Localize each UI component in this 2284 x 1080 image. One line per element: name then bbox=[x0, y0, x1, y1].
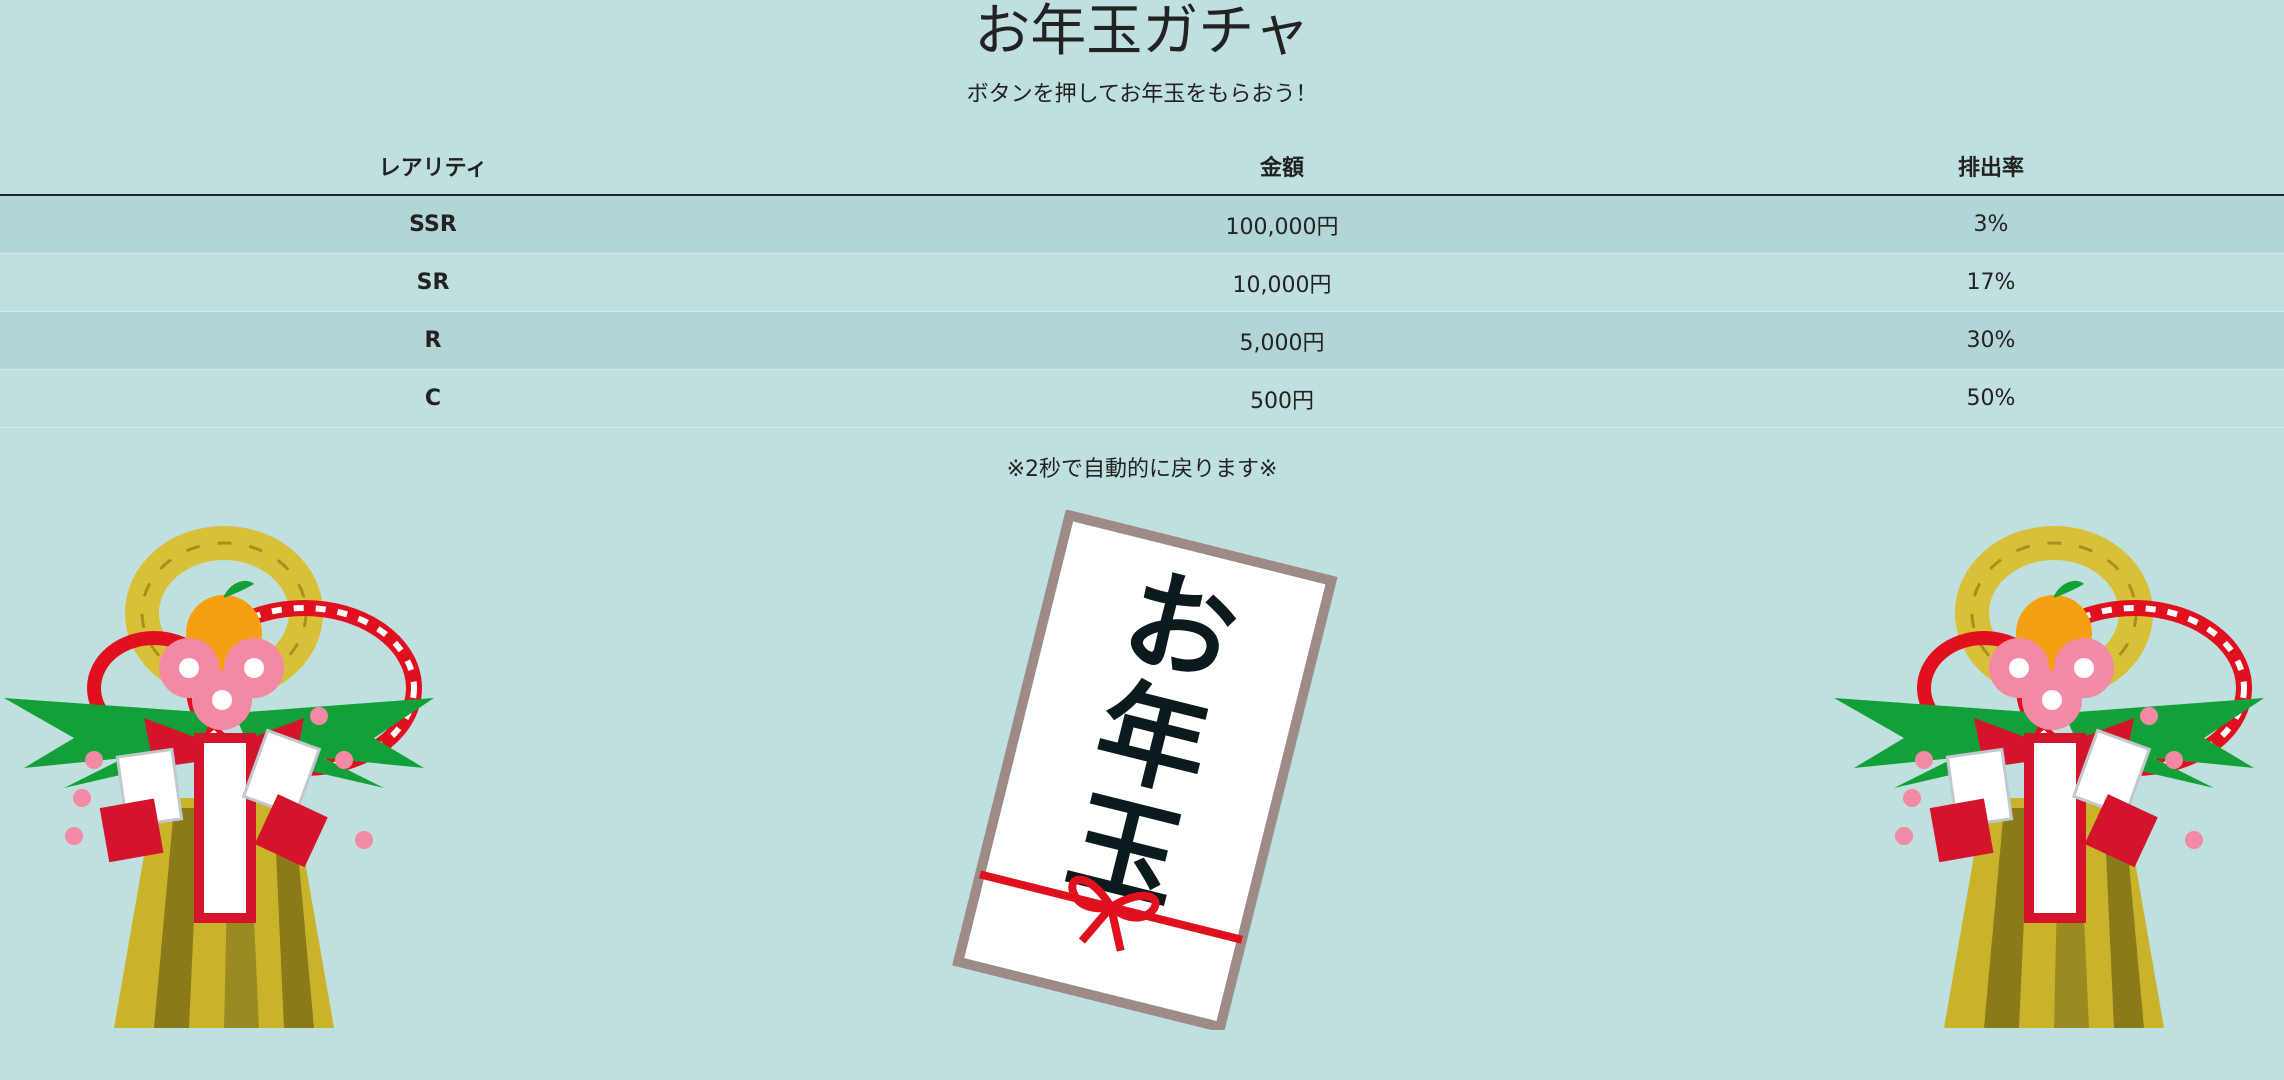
rate-cell: 50% bbox=[1698, 369, 2284, 428]
page-subtitle: ボタンを押してお年玉をもらおう！ bbox=[966, 82, 1318, 107]
kadomatsu-shimekazari-icon bbox=[1834, 526, 2264, 1028]
amount-cell: 500円 bbox=[866, 369, 1698, 428]
amount-cell: 10,000円 bbox=[866, 253, 1698, 312]
table-row: R 5,000円 30% bbox=[0, 311, 2284, 370]
rarity-cell: C bbox=[0, 369, 866, 428]
table-row: C 500円 50% bbox=[0, 369, 2284, 428]
auto-return-note: ※2秒で自動的に戻ります※ bbox=[1006, 457, 1278, 482]
rarity-table: レアリティ 金額 排出率 SSR 100,000円 3% SR 10,000円 … bbox=[0, 138, 2284, 428]
kadomatsu-shimekazari-icon bbox=[4, 526, 434, 1028]
table-header-row: レアリティ 金額 排出率 bbox=[0, 138, 2284, 196]
rarity-cell: SR bbox=[0, 253, 866, 312]
page-title: お年玉ガチャ bbox=[974, 0, 1310, 64]
rate-cell: 3% bbox=[1698, 195, 2284, 254]
amount-cell: 100,000円 bbox=[866, 195, 1698, 254]
table-row: SSR 100,000円 3% bbox=[0, 195, 2284, 254]
header-rate: 排出率 bbox=[1698, 138, 2284, 196]
rarity-cell: SSR bbox=[0, 195, 866, 254]
page: お年玉ガチャ ボタンを押してお年玉をもらおう！ レアリティ 金額 排出率 SSR… bbox=[0, 0, 2284, 1080]
rate-cell: 30% bbox=[1698, 311, 2284, 370]
amount-cell: 5,000円 bbox=[866, 311, 1698, 370]
table-row: SR 10,000円 17% bbox=[0, 253, 2284, 312]
rarity-cell: R bbox=[0, 311, 866, 370]
rate-cell: 17% bbox=[1698, 253, 2284, 312]
otoshidama-envelope-icon: お 年 玉 bbox=[952, 510, 1338, 1030]
header-rarity: レアリティ bbox=[0, 138, 866, 196]
header-amount: 金額 bbox=[866, 138, 1698, 196]
